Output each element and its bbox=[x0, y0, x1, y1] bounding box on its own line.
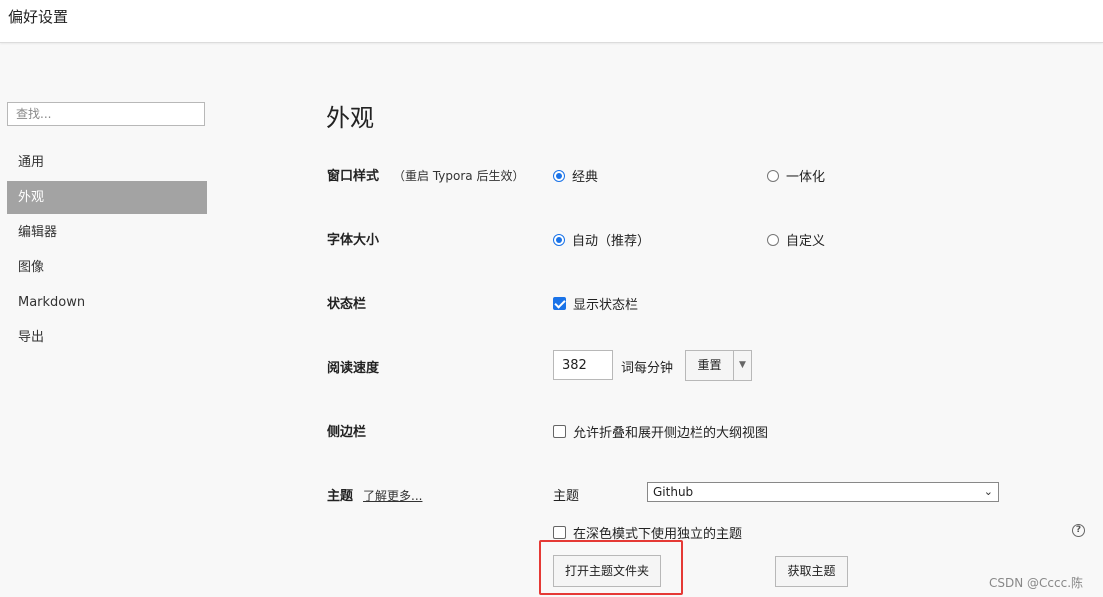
window-style-unibody-option[interactable]: 一体化 bbox=[767, 166, 825, 185]
watermark: CSDN @Cccc.陈 bbox=[989, 576, 1084, 590]
learn-more-link[interactable]: 了解更多... bbox=[363, 489, 422, 503]
sidebar-item-editor[interactable]: 编辑器 bbox=[7, 216, 207, 249]
sidebar-outline-checkbox-label: 允许折叠和展开侧边栏的大纲视图 bbox=[573, 426, 769, 441]
status-bar-option[interactable]: 显示状态栏 bbox=[553, 294, 638, 313]
page-title: 外观 bbox=[326, 104, 374, 132]
highlight-box bbox=[539, 540, 683, 595]
sidebar-item-general[interactable]: 通用 bbox=[7, 146, 207, 179]
window-style-classic-label: 经典 bbox=[572, 170, 599, 185]
window-style-note: （重启 Typora 后生效） bbox=[393, 169, 525, 183]
sidebar-item-markdown[interactable]: Markdown bbox=[7, 286, 207, 319]
dark-mode-theme-checkbox[interactable] bbox=[553, 526, 566, 539]
sidebar-item-image[interactable]: 图像 bbox=[7, 251, 207, 284]
sidebar-item-appearance[interactable]: 外观 bbox=[7, 181, 207, 214]
reading-speed-input[interactable] bbox=[553, 350, 613, 380]
radio-classic[interactable] bbox=[553, 169, 565, 182]
status-bar-checkbox-label: 显示状态栏 bbox=[573, 298, 639, 313]
window-style-classic-option[interactable]: 经典 bbox=[553, 166, 598, 185]
sidebar-outline-checkbox[interactable] bbox=[553, 425, 566, 438]
sidebar-item-export[interactable]: 导出 bbox=[7, 321, 207, 354]
theme-select-label: 主题 bbox=[553, 489, 580, 504]
theme-select[interactable]: Github ⌄ bbox=[647, 482, 999, 502]
status-bar-label: 状态栏 bbox=[327, 297, 367, 312]
theme-label-text: 主题 bbox=[327, 489, 354, 504]
window-style-unibody-label: 一体化 bbox=[786, 170, 826, 185]
reading-speed-label: 阅读速度 bbox=[327, 361, 380, 376]
reading-speed-unit: 词每分钟 bbox=[621, 361, 674, 376]
font-size-auto-label: 自动（推荐） bbox=[572, 234, 651, 249]
font-size-label: 字体大小 bbox=[327, 233, 380, 248]
reset-button[interactable]: 重置 bbox=[685, 350, 734, 381]
radio-custom[interactable] bbox=[767, 233, 779, 246]
status-bar-checkbox[interactable] bbox=[553, 297, 566, 310]
get-themes-button[interactable]: 获取主题 bbox=[775, 556, 848, 587]
reset-dropdown-icon[interactable]: ▼ bbox=[733, 350, 752, 381]
window-title: 偏好设置 bbox=[8, 8, 69, 26]
title-bar: 偏好设置 bbox=[0, 0, 1103, 43]
font-size-auto-option[interactable]: 自动（推荐） bbox=[553, 230, 650, 249]
help-icon[interactable]: ? bbox=[1072, 524, 1085, 537]
window-style-label-text: 窗口样式 bbox=[327, 169, 380, 184]
font-size-custom-label: 自定义 bbox=[786, 234, 826, 249]
window-style-label: 窗口样式 （重启 Typora 后生效） bbox=[327, 165, 524, 184]
radio-auto[interactable] bbox=[553, 233, 565, 246]
font-size-custom-option[interactable]: 自定义 bbox=[767, 230, 825, 249]
sidebar-outline-option[interactable]: 允许折叠和展开侧边栏的大纲视图 bbox=[553, 422, 768, 441]
theme-row-label: 主题 了解更多... bbox=[327, 485, 422, 504]
search-input[interactable] bbox=[7, 102, 205, 126]
radio-unibody[interactable] bbox=[767, 169, 779, 182]
sidebar-setting-label: 侧边栏 bbox=[327, 425, 367, 440]
theme-select-value: Github bbox=[653, 485, 694, 499]
chevron-down-icon: ⌄ bbox=[983, 485, 993, 498]
sidebar-nav: 通用 外观 编辑器 图像 Markdown 导出 bbox=[7, 146, 207, 356]
